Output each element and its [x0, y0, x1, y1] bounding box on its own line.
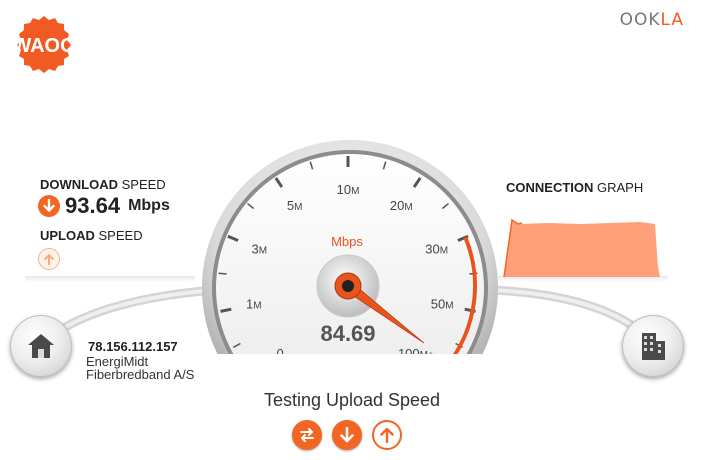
gauge-major-tick	[220, 307, 232, 313]
gauge-reading: 84.69	[320, 321, 375, 346]
left-shelf	[25, 276, 195, 282]
download-test-button[interactable]	[332, 420, 362, 450]
swap-arrows-icon	[300, 428, 314, 442]
ping-test-button[interactable]	[292, 420, 322, 450]
upload-title-bold: UPLOAD	[40, 228, 95, 243]
arrow-up-icon	[380, 427, 394, 444]
isp-name-line-2: Fiberbredband A/S	[86, 367, 195, 382]
gauge-tick-label: 0	[277, 346, 284, 360]
test-buttons	[292, 420, 402, 450]
speed-gauge: 01M3M5M10M20M30M50M100M+ Mbps 84.69	[202, 140, 498, 360]
test-status-text: Testing Upload Speed	[263, 390, 441, 410]
ookla-logo[interactable]: OOKLA	[620, 10, 684, 30]
connection-graph-title: CONNECTION GRAPH	[506, 180, 643, 195]
client-ip-address: 78.156.112.157	[88, 339, 178, 354]
arrow-down-icon	[38, 195, 60, 217]
download-speed-unit: Mbps	[128, 197, 170, 214]
server-building-button[interactable]	[622, 315, 684, 377]
download-title-bold: DOWNLOAD	[40, 177, 118, 192]
connection-graph-title-bold: CONNECTION	[506, 180, 594, 195]
download-speed-title: DOWNLOAD SPEED	[40, 177, 166, 192]
brand-logo-text: WAOO	[14, 35, 74, 57]
download-title-rest: SPEED	[121, 177, 166, 192]
gauge-minor-tick	[218, 272, 227, 275]
upload-title-rest: SPEED	[98, 228, 143, 243]
home-icon	[28, 334, 54, 358]
building-icon	[642, 333, 665, 360]
download-value-row: 93.64 Mbps	[38, 193, 170, 219]
brand-logo[interactable]: WAOO	[14, 14, 74, 74]
download-speed-value: 93.64	[65, 193, 121, 218]
client-home-button[interactable]	[10, 315, 72, 377]
ookla-logo-accent: LA	[660, 10, 684, 30]
upload-test-button[interactable]	[372, 420, 402, 450]
arrow-up-icon	[38, 248, 60, 270]
arrow-down-icon	[340, 426, 354, 443]
connection-graph-title-rest: GRAPH	[597, 180, 644, 195]
upload-speed-title: UPLOAD SPEED	[40, 228, 143, 243]
ookla-logo-main: OOK	[619, 10, 661, 30]
gauge-unit-label: Mbps	[331, 234, 363, 249]
connection-graph	[503, 218, 660, 278]
